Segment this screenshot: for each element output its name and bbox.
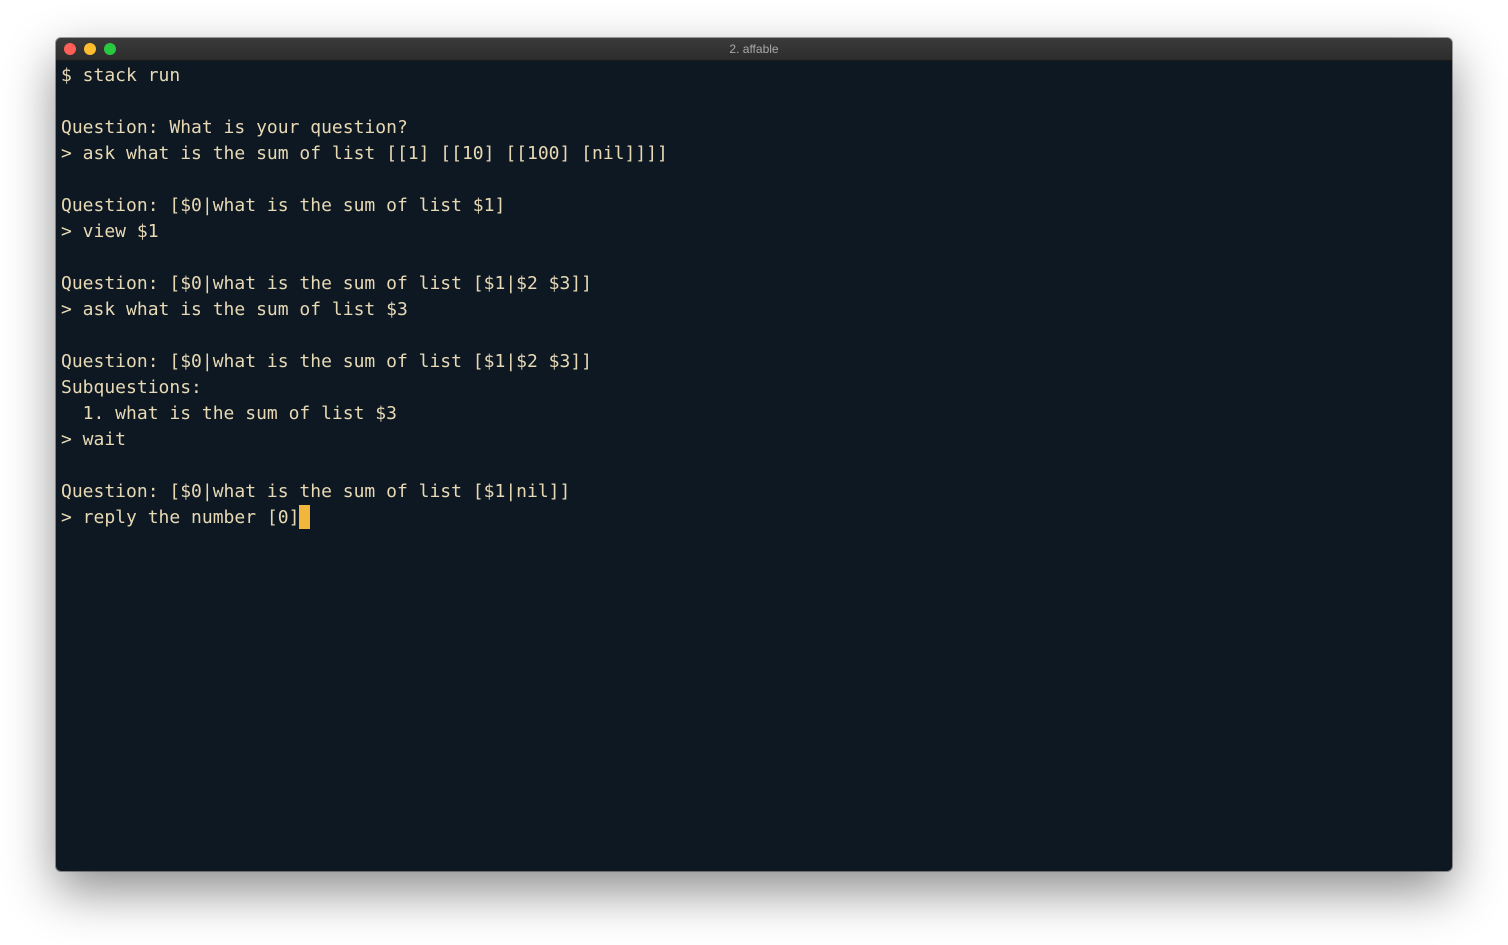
terminal-line-text: $ stack run [61, 65, 181, 86]
terminal-line-text: > reply the number [0] [61, 507, 300, 528]
terminal-line-text: Question: [$0|what is the sum of list [$… [61, 273, 593, 294]
terminal-line-text: Question: [$0|what is the sum of list $1… [61, 195, 506, 216]
terminal-line-text: > ask what is the sum of list $3 [61, 299, 408, 320]
terminal-line-text: > view $1 [61, 221, 159, 242]
terminal-line: Question: What is your question? [61, 115, 1442, 141]
terminal-line: 1. what is the sum of list $3 [61, 401, 1442, 427]
terminal-line-text: > ask what is the sum of list [[1] [[10]… [61, 143, 668, 164]
title-bar: 2. affable [56, 38, 1452, 61]
terminal-line-text: Question: [$0|what is the sum of list [$… [61, 481, 571, 502]
terminal-line: Question: [$0|what is the sum of list [$… [61, 271, 1442, 297]
terminal-window: 2. affable $ stack run Question: What is … [56, 38, 1452, 871]
terminal-line: > view $1 [61, 219, 1442, 245]
terminal-line-text: Subquestions: [61, 377, 202, 398]
terminal-line: Subquestions: [61, 375, 1442, 401]
terminal-line: Question: [$0|what is the sum of list [$… [61, 479, 1442, 505]
window-title: 2. affable [729, 42, 779, 56]
terminal-line-text: Question: [$0|what is the sum of list [$… [61, 351, 593, 372]
terminal-line: > wait [61, 427, 1442, 453]
terminal-line: > reply the number [0] [61, 505, 1442, 531]
terminal-line-text: > wait [61, 429, 127, 450]
terminal-line: > ask what is the sum of list $3 [61, 297, 1442, 323]
terminal-line-text: 1. what is the sum of list $3 [61, 403, 397, 424]
terminal-line: $ stack run [61, 63, 1442, 89]
terminal-line-text: Question: What is your question? [61, 117, 408, 138]
terminal-line: Question: [$0|what is the sum of list $1… [61, 193, 1442, 219]
text-cursor [299, 505, 311, 529]
terminal-output[interactable]: $ stack run Question: What is your questi… [61, 63, 1442, 861]
terminal-line: Question: [$0|what is the sum of list [$… [61, 349, 1442, 375]
terminal-line: > ask what is the sum of list [[1] [[10]… [61, 141, 1442, 167]
